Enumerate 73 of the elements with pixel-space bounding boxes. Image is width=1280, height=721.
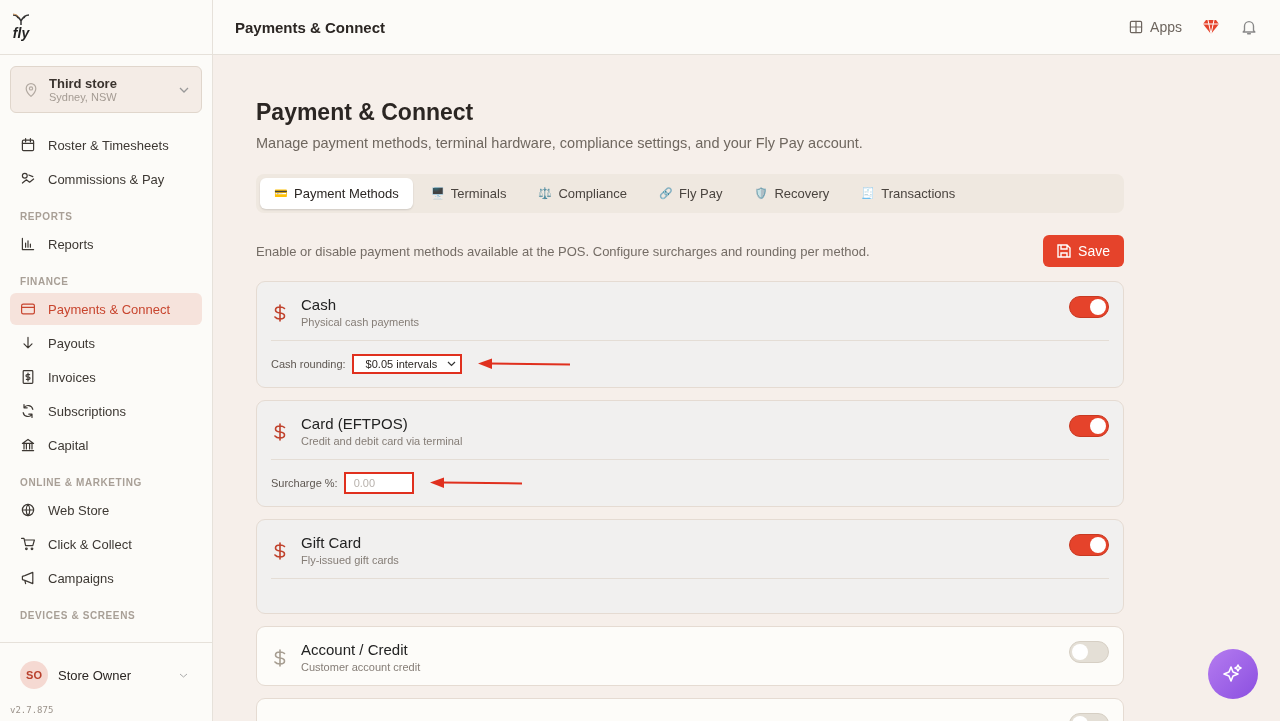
sidebar-item[interactable]: Commissions & Pay bbox=[10, 163, 202, 195]
dollar-icon bbox=[273, 649, 287, 667]
chevron-down-icon bbox=[179, 86, 189, 93]
sidebar-item[interactable]: Payments & Connect bbox=[10, 293, 202, 325]
invoice-icon bbox=[20, 369, 36, 385]
tab[interactable]: 💳 Payment Methods bbox=[260, 178, 413, 209]
globe-icon bbox=[20, 502, 36, 518]
dollar-icon bbox=[273, 423, 287, 441]
store-location: Sydney, NSW bbox=[49, 91, 118, 103]
page-subtitle: Manage payment methods, terminal hardware, compliance settings, and your Fly Pay account. bbox=[256, 135, 864, 151]
method-name: Card (EFTPOS) bbox=[301, 415, 409, 432]
dollar-icon bbox=[273, 542, 287, 560]
page-title: Payment & Connect bbox=[256, 99, 475, 126]
logo: fly bbox=[12, 13, 30, 41]
sparkle-icon bbox=[1222, 663, 1244, 685]
megaphone-icon bbox=[20, 570, 36, 586]
chevron-down-icon bbox=[447, 361, 457, 367]
method-name: Account / Credit bbox=[301, 641, 409, 658]
field-label: Surcharge %: bbox=[271, 477, 338, 489]
down-arrow-icon bbox=[20, 335, 36, 351]
user-menu[interactable]: SO Store Owner bbox=[10, 661, 202, 689]
chevron-down-icon bbox=[179, 672, 188, 678]
description: Enable or disable payment methods available at the POS. Configure surcharges and rounding per method. bbox=[256, 243, 870, 259]
rounding-select[interactable]: $0.05 intervals bbox=[351, 354, 463, 374]
toggle-switch[interactable] bbox=[1069, 415, 1109, 437]
tab[interactable]: 🛡 Recovery bbox=[740, 178, 844, 209]
save-button[interactable]: Save bbox=[1043, 235, 1124, 267]
version-label: v2.7.875 bbox=[10, 705, 55, 715]
section-heading: REPORTS bbox=[20, 211, 74, 222]
method-description: Customer account credit bbox=[301, 661, 422, 673]
method-description: Physical cash payments bbox=[301, 316, 420, 328]
refresh-icon bbox=[20, 403, 36, 419]
store-name: Third store bbox=[49, 76, 118, 91]
calendar-icon bbox=[20, 137, 36, 153]
sidebar-item[interactable]: Roster & Timesheets bbox=[10, 129, 202, 161]
tab[interactable]: 🧾 Transactions bbox=[847, 178, 970, 209]
sidebar-item[interactable]: Web Store bbox=[10, 494, 202, 526]
sidebar-item[interactable]: Payouts bbox=[10, 327, 202, 359]
bank-icon bbox=[20, 437, 36, 453]
section-heading: FINANCE bbox=[20, 276, 70, 287]
dollar-icon bbox=[273, 304, 287, 322]
section-heading: ONLINE & MARKETING bbox=[20, 477, 143, 488]
avatar: SO bbox=[20, 661, 48, 689]
method-description: Fly-issued gift cards bbox=[301, 554, 400, 566]
sidebar-item[interactable]: Click & Collect bbox=[10, 528, 202, 560]
toggle-switch[interactable] bbox=[1069, 534, 1109, 556]
sidebar-item[interactable]: Reports bbox=[10, 228, 202, 260]
field-label: Cash rounding: bbox=[271, 358, 346, 370]
tab[interactable]: 🖥 Terminals bbox=[416, 178, 521, 209]
location-pin-icon bbox=[23, 81, 39, 98]
surcharge-field[interactable]: 0.00 bbox=[343, 472, 414, 494]
sidebar-item[interactable]: Campaigns bbox=[10, 562, 202, 594]
sidebar-item[interactable]: Capital bbox=[10, 429, 202, 461]
gem-icon[interactable] bbox=[1202, 19, 1220, 35]
save-icon bbox=[1057, 244, 1072, 258]
page-header-title: Payments & Connect bbox=[235, 18, 387, 36]
notifications-icon[interactable] bbox=[1240, 18, 1258, 36]
apps-button[interactable]: Apps bbox=[1128, 19, 1182, 35]
hand-coins-icon bbox=[20, 171, 36, 187]
credit-card-icon bbox=[20, 301, 36, 317]
store-selector[interactable]: Third store Sydney, NSW bbox=[10, 66, 202, 113]
cart-icon bbox=[20, 536, 36, 552]
toggle-switch[interactable] bbox=[1069, 296, 1109, 318]
method-description: Credit and debit card via terminal bbox=[301, 435, 464, 447]
method-name: Gift Card bbox=[301, 534, 362, 551]
tab[interactable]: ⚖ Compliance bbox=[524, 178, 642, 209]
sidebar-item[interactable]: Invoices bbox=[10, 361, 202, 393]
bar-chart-icon bbox=[20, 236, 36, 252]
method-name: Cash bbox=[301, 296, 338, 313]
section-heading: DEVICES & SCREENS bbox=[20, 610, 137, 621]
tab[interactable]: 🔗 Fly Pay bbox=[645, 178, 737, 209]
sidebar-item[interactable]: Subscriptions bbox=[10, 395, 202, 427]
grid-icon bbox=[1128, 19, 1145, 35]
